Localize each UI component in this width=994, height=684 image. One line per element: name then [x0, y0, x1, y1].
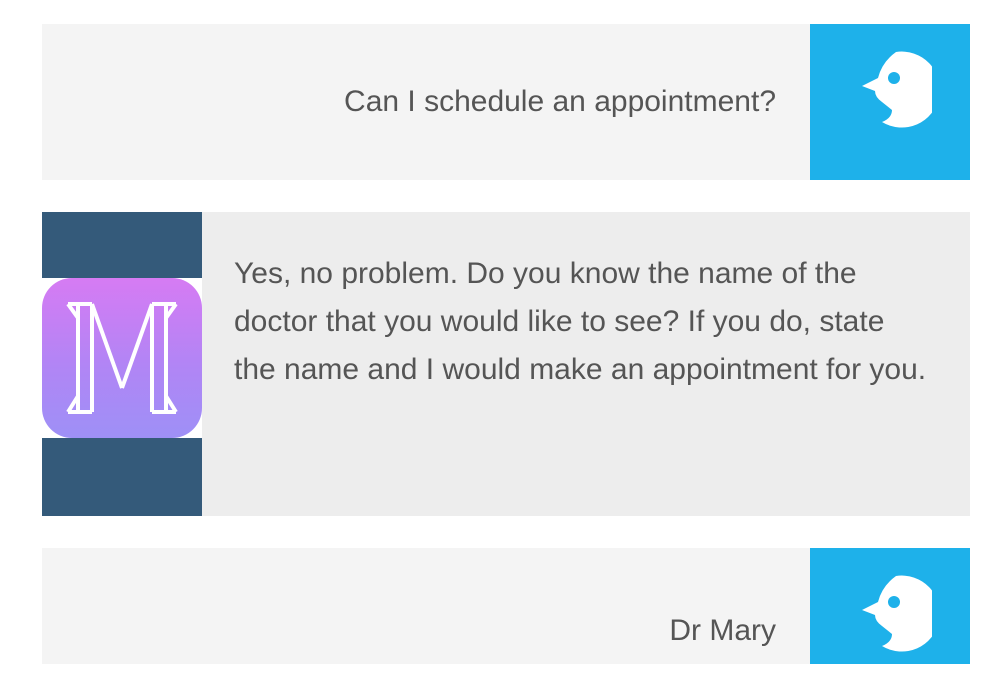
- bot-avatar: [42, 278, 202, 438]
- message-text-container: Dr Mary: [42, 548, 810, 664]
- bot-avatar-column: [42, 212, 202, 516]
- user-message: Can I schedule an appointment?: [42, 24, 970, 180]
- user-face-icon: [862, 51, 932, 128]
- m-logo-icon: [42, 278, 202, 438]
- bot-message: Yes, no problem. Do you know the name of…: [42, 212, 970, 516]
- user-message: Dr Mary: [42, 548, 970, 664]
- message-text: Dr Mary: [669, 614, 776, 647]
- user-avatar: [810, 548, 970, 664]
- message-text: Can I schedule an appointment?: [344, 85, 776, 118]
- user-avatar: [810, 24, 970, 180]
- message-text-container: Can I schedule an appointment?: [42, 24, 810, 180]
- chat-transcript: Can I schedule an appointment? Yes, no p…: [0, 0, 994, 684]
- user-face-icon: [862, 575, 932, 652]
- message-text: Yes, no problem. Do you know the name of…: [234, 257, 927, 386]
